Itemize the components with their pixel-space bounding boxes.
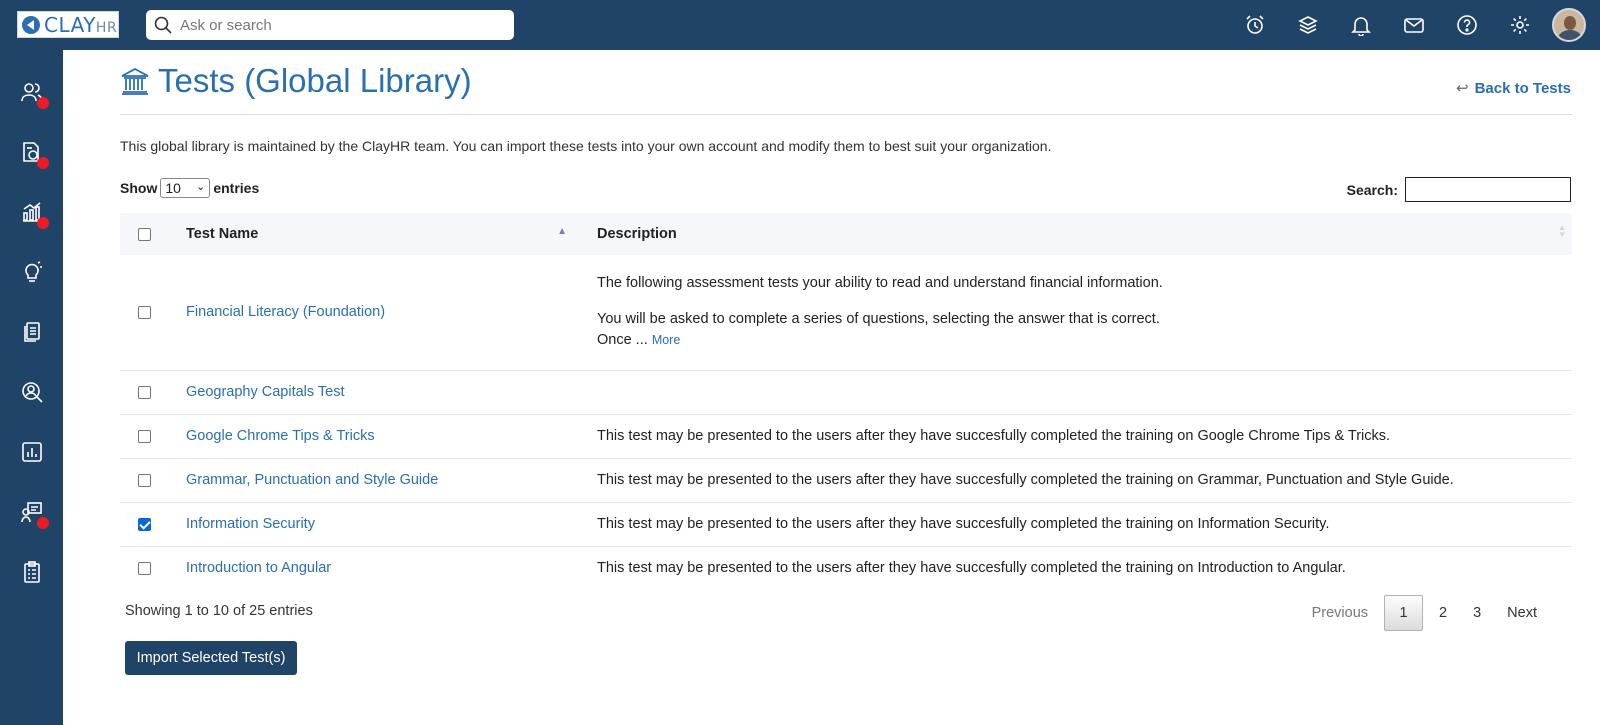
description-text: This test may be presented to the users … xyxy=(597,427,1391,444)
sort-both-icon: ▲ ▼ xyxy=(1558,222,1566,239)
logo-mark-icon xyxy=(22,15,40,34)
test-name-link[interactable]: Introduction to Angular xyxy=(186,560,331,576)
help-icon[interactable] xyxy=(1440,0,1493,50)
main-content: Tests (Global Library) ↩ Back to Tests T… xyxy=(63,50,1600,725)
test-name-link[interactable]: Information Security xyxy=(186,516,315,532)
row-checkbox[interactable] xyxy=(137,561,151,575)
page-length-control: Show 10 ⌄ entries xyxy=(120,178,259,198)
table-row: Financial Literacy (Foundation) The foll… xyxy=(120,255,1572,370)
description-text: This test may be presented to the users … xyxy=(597,559,1346,576)
import-selected-button[interactable]: Import Selected Test(s) xyxy=(125,641,297,675)
growth-badge xyxy=(37,217,49,229)
page-2-button[interactable]: 2 xyxy=(1426,595,1460,631)
row-checkbox[interactable] xyxy=(137,385,151,399)
alarm-clock-icon[interactable] xyxy=(1228,0,1281,50)
select-all-checkbox[interactable] xyxy=(137,227,151,241)
table-search-input[interactable] xyxy=(1405,177,1571,202)
pagination: Previous 1 2 3 Next xyxy=(1299,595,1550,631)
description-text: This test may be presented to the users … xyxy=(597,471,1454,488)
back-to-tests-link[interactable]: ↩ Back to Tests xyxy=(1455,79,1571,98)
top-icons xyxy=(1228,0,1600,50)
show-label: Show xyxy=(120,180,158,196)
chevron-down-icon: ⌄ xyxy=(196,181,206,193)
table-row: Information Security This test may be pr… xyxy=(120,501,1572,546)
sort-ascending-icon: ▲ xyxy=(557,226,567,237)
page-header: Tests (Global Library) xyxy=(120,62,472,100)
description-line: The following assessment tests your abil… xyxy=(597,275,1163,292)
description-line: You will be asked to complete a series o… xyxy=(597,311,1160,328)
training-board-icon[interactable] xyxy=(0,490,63,534)
recruit-search-icon[interactable] xyxy=(0,370,63,414)
description-text: This test may be presented to the users … xyxy=(597,515,1330,532)
table-search: Search: xyxy=(1347,177,1571,202)
page-title: Tests (Global Library) xyxy=(158,62,472,99)
table-row: Grammar, Punctuation and Style Guide Thi… xyxy=(120,457,1572,502)
page-length-select[interactable]: 10 ⌄ xyxy=(160,178,211,198)
library-icon xyxy=(121,67,149,95)
next-page-button[interactable]: Next xyxy=(1494,595,1550,631)
row-checkbox[interactable] xyxy=(137,473,151,487)
people-icon[interactable] xyxy=(0,70,63,114)
mail-icon[interactable] xyxy=(1387,0,1440,50)
top-bar: CLAYHR xyxy=(0,0,1600,50)
logo-text: CLAYHR xyxy=(44,12,118,37)
entries-label: entries xyxy=(213,180,260,196)
test-name-link[interactable]: Grammar, Punctuation and Style Guide xyxy=(186,472,438,488)
column-description[interactable]: Description ▲ ▼ xyxy=(579,213,1572,255)
column-test-name-label: Test Name xyxy=(186,226,259,242)
payroll-badge xyxy=(37,157,49,169)
row-checkbox-checked[interactable] xyxy=(137,517,151,531)
training-badge xyxy=(37,517,49,529)
table-info: Showing 1 to 10 of 25 entries xyxy=(125,603,313,619)
column-description-label: Description xyxy=(597,225,677,242)
documents-icon[interactable] xyxy=(0,310,63,354)
table-search-label: Search: xyxy=(1346,181,1398,198)
payroll-doc-icon[interactable] xyxy=(0,130,63,174)
table-row: Geography Capitals Test xyxy=(120,369,1572,414)
test-name-link[interactable]: Financial Literacy (Foundation) xyxy=(186,304,385,320)
clipboard-icon[interactable] xyxy=(0,550,63,594)
search-input[interactable] xyxy=(180,16,500,34)
reports-chart-icon[interactable] xyxy=(0,430,63,474)
tests-table: Test Name ▲ Description ▲ ▼ Financial Lit… xyxy=(120,213,1572,590)
intro-text: This global library is maintained by the… xyxy=(120,138,1052,154)
previous-page-button[interactable]: Previous xyxy=(1299,595,1381,631)
table-header-row: Test Name ▲ Description ▲ ▼ xyxy=(120,213,1572,255)
global-search[interactable] xyxy=(146,10,514,40)
return-arrow-icon: ↩ xyxy=(1455,80,1469,97)
page-3-button[interactable]: 3 xyxy=(1460,595,1494,631)
table-row: Introduction to Angular This test may be… xyxy=(120,545,1572,590)
more-link[interactable]: More xyxy=(652,333,680,347)
test-name-link[interactable]: Geography Capitals Test xyxy=(186,384,345,400)
bell-icon[interactable] xyxy=(1334,0,1387,50)
row-checkbox[interactable] xyxy=(137,429,151,443)
test-name-link[interactable]: Google Chrome Tips & Tricks xyxy=(186,428,375,444)
description-line: Once ... xyxy=(597,332,648,349)
settings-icon[interactable] xyxy=(1493,0,1546,50)
page-1-button[interactable]: 1 xyxy=(1384,595,1424,631)
sidebar xyxy=(0,50,63,725)
page-length-value: 10 xyxy=(165,180,181,196)
search-icon xyxy=(154,16,172,34)
title-divider xyxy=(120,114,1572,115)
clayhr-logo[interactable]: CLAYHR xyxy=(17,11,119,38)
people-badge xyxy=(37,97,49,109)
lightbulb-icon[interactable] xyxy=(0,250,63,294)
row-checkbox[interactable] xyxy=(137,305,151,319)
user-avatar[interactable] xyxy=(1552,8,1586,42)
layers-icon[interactable] xyxy=(1281,0,1334,50)
column-test-name[interactable]: Test Name ▲ xyxy=(168,213,579,255)
table-row: Google Chrome Tips & Tricks This test ma… xyxy=(120,413,1572,458)
back-to-tests-label: Back to Tests xyxy=(1474,79,1571,97)
growth-chart-icon[interactable] xyxy=(0,190,63,234)
select-all-cell xyxy=(120,213,168,255)
